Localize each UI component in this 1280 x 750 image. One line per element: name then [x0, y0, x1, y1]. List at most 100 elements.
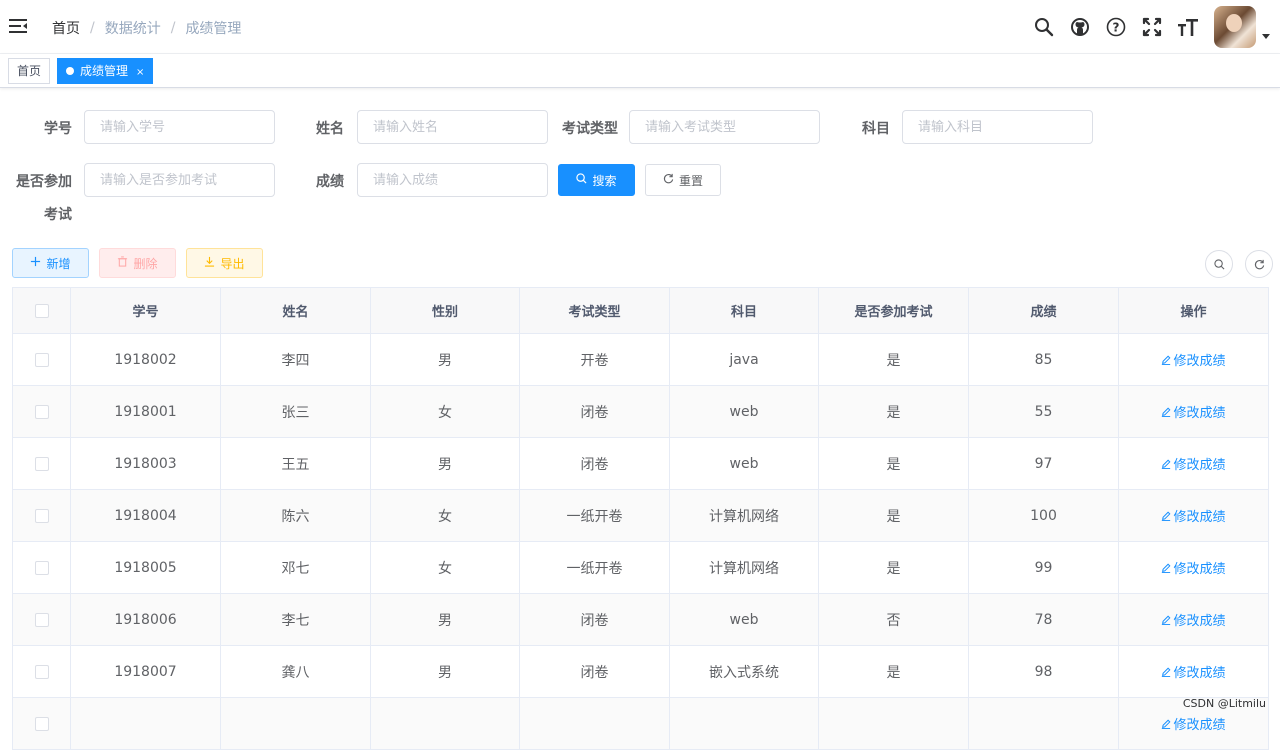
column-header: 性别	[370, 287, 520, 334]
table-cell: web	[669, 437, 819, 490]
table-cell: 龚八	[220, 645, 371, 698]
table-cell: 邓七	[220, 541, 371, 594]
table-cell: 是	[818, 489, 969, 542]
search-icon	[576, 173, 587, 187]
export-button[interactable]: 导出	[186, 248, 263, 278]
row-checkbox[interactable]	[34, 560, 49, 575]
column-header: 姓名	[220, 287, 371, 334]
text-size-icon[interactable]	[1178, 17, 1198, 37]
reset-button[interactable]: 重置	[645, 164, 721, 196]
table-cell: 100	[968, 489, 1119, 542]
row-checkbox[interactable]	[34, 404, 49, 419]
table-row[interactable]: 1918004 陈六女一纸开卷 计算机网络是 100 修改成绩	[12, 489, 1269, 542]
select-all-checkbox[interactable]	[34, 303, 49, 318]
table-cell	[968, 697, 1119, 750]
subject-input[interactable]	[902, 110, 1093, 144]
breadcrumb-separator: /	[90, 20, 95, 36]
search-button-label: 搜索	[592, 173, 617, 188]
edit-score-button[interactable]: 修改成绩	[1161, 562, 1226, 577]
tag-home[interactable]: 首页	[8, 58, 51, 84]
student-id-label: 学号	[44, 121, 72, 137]
table-cell: 闭卷	[519, 645, 670, 698]
close-icon[interactable]: ×	[136, 67, 144, 78]
row-checkbox[interactable]	[34, 456, 49, 471]
edit-score-button[interactable]: 修改成绩	[1161, 458, 1226, 473]
table-cell: 一纸开卷	[519, 541, 670, 594]
edit-score-button[interactable]: 修改成绩	[1161, 354, 1226, 369]
edit-icon	[1161, 354, 1171, 369]
action-cell: 修改成绩	[1118, 333, 1269, 386]
edit-score-button[interactable]: 修改成绩	[1161, 614, 1226, 629]
student-id-input[interactable]	[84, 110, 275, 144]
avatar[interactable]	[1214, 6, 1256, 48]
row-checkbox[interactable]	[34, 352, 49, 367]
add-button[interactable]: 新增	[12, 248, 89, 278]
search-button[interactable]: 搜索	[558, 164, 635, 196]
subject-label: 科目	[862, 121, 890, 137]
table-cell: 女	[370, 385, 520, 438]
name-input[interactable]	[357, 110, 548, 144]
refresh-icon	[663, 173, 674, 187]
table-cell: 男	[370, 593, 520, 646]
delete-button[interactable]: 删除	[99, 248, 176, 278]
table-row[interactable]: 1918006 李七男闭卷 web 否 78 修改成绩	[12, 593, 1269, 646]
row-checkbox[interactable]	[34, 612, 49, 627]
table-row[interactable]: 1918003 王五男闭卷 web 是 97 修改成绩	[12, 437, 1269, 490]
table-cell	[220, 697, 371, 750]
hamburger-menu-icon[interactable]	[9, 18, 27, 34]
fullscreen-icon[interactable]	[1142, 17, 1162, 37]
edit-score-button[interactable]: 修改成绩	[1161, 718, 1226, 733]
table-row[interactable]: 1918005 邓七女一纸开卷 计算机网络是 99 修改成绩	[12, 541, 1269, 594]
add-button-label: 新增	[46, 256, 71, 271]
edit-score-label: 修改成绩	[1173, 406, 1226, 421]
table-cell: 王五	[220, 437, 371, 490]
breadcrumb-home[interactable]: 首页	[52, 18, 80, 38]
table-cell: 1918001	[70, 385, 221, 438]
edit-icon	[1161, 406, 1171, 421]
table-row[interactable]: 修改成绩	[12, 697, 1269, 750]
table-header-row: 学号 姓名 性别 考试类型 科目 是否参加考试 成绩 操作	[12, 287, 1269, 334]
attended-input[interactable]	[84, 163, 275, 197]
row-checkbox[interactable]	[34, 716, 49, 731]
edit-score-button[interactable]: 修改成绩	[1161, 406, 1226, 421]
score-label: 成绩	[316, 174, 344, 190]
edit-icon	[1161, 666, 1171, 681]
row-checkbox[interactable]	[34, 508, 49, 523]
github-icon[interactable]	[1070, 17, 1090, 37]
breadcrumb-statistics[interactable]: 数据统计	[105, 18, 161, 38]
edit-score-button[interactable]: 修改成绩	[1161, 510, 1226, 525]
table-row[interactable]: 1918001 张三女闭卷 web 是 55 修改成绩	[12, 385, 1269, 438]
table-row[interactable]: 1918002 李四男开卷 java 是 85 修改成绩	[12, 333, 1269, 386]
row-checkbox[interactable]	[34, 664, 49, 679]
table-cell: java	[669, 333, 819, 386]
caret-down-icon[interactable]	[1262, 33, 1270, 39]
question-icon[interactable]: ?	[1106, 17, 1126, 37]
table-cell	[669, 697, 819, 750]
reset-button-label: 重置	[678, 173, 703, 188]
table-cell: 99	[968, 541, 1119, 594]
search-icon[interactable]	[1034, 17, 1054, 37]
table-cell: 是	[818, 541, 969, 594]
svg-text:?: ?	[1113, 21, 1120, 35]
edit-score-label: 修改成绩	[1173, 718, 1226, 733]
table-cell: 闭卷	[519, 593, 670, 646]
delete-button-label: 删除	[133, 256, 158, 271]
attended-label: 是否参加	[16, 174, 72, 190]
refresh-button[interactable]	[1245, 250, 1273, 278]
refresh-icon	[1254, 259, 1264, 269]
tag-score-management[interactable]: 成绩管理 ×	[57, 58, 154, 84]
exam-type-input[interactable]	[629, 110, 820, 144]
select-cell	[12, 437, 71, 490]
table-cell: 97	[968, 437, 1119, 490]
action-cell: 修改成绩	[1118, 385, 1269, 438]
select-cell	[12, 697, 71, 750]
table-cell: 是	[818, 385, 969, 438]
toggle-search-button[interactable]	[1205, 250, 1233, 278]
action-cell: 修改成绩	[1118, 437, 1269, 490]
trash-icon	[117, 256, 128, 270]
edit-icon	[1161, 614, 1171, 629]
table-row[interactable]: 1918007 龚八男闭卷 嵌入式系统是 98 修改成绩	[12, 645, 1269, 698]
edit-score-button[interactable]: 修改成绩	[1161, 666, 1226, 681]
score-input[interactable]	[357, 163, 548, 197]
select-cell	[12, 385, 71, 438]
